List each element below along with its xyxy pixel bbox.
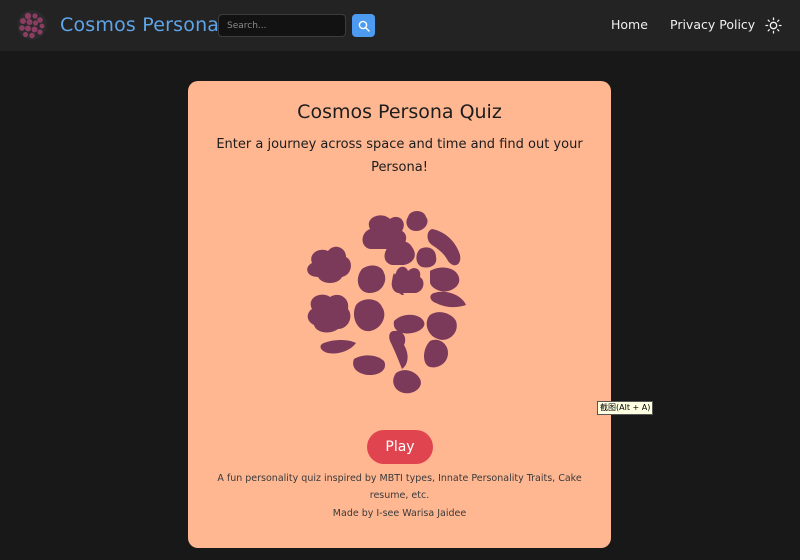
brand-link[interactable]: Cosmos Persona (16, 9, 219, 41)
search-form (218, 14, 375, 37)
nav-home-link[interactable]: Home (611, 17, 648, 32)
play-button[interactable]: Play (367, 430, 433, 464)
search-icon (358, 20, 370, 32)
brand-logo-icon (17, 10, 47, 40)
sun-icon[interactable] (765, 17, 782, 34)
quiz-title: Cosmos Persona Quiz (297, 101, 502, 123)
brand-name: Cosmos Persona (60, 14, 220, 36)
persona-cluster-illustration (307, 211, 466, 394)
search-button[interactable] (352, 14, 375, 37)
quiz-description: A fun personality quiz inspired by MBTI … (217, 473, 582, 501)
search-input[interactable] (218, 14, 346, 37)
top-navbar: Cosmos Persona Home Privacy Policy (0, 0, 800, 51)
author-credit: Made by I-see Warisa Jaidee (332, 508, 467, 519)
quiz-subtitle: Enter a journey across space and time an… (216, 137, 583, 175)
screenshot-shortcut-tooltip: 截图(Alt + A) (597, 401, 654, 415)
quiz-card: Cosmos Persona Quiz Enter a journey acro… (188, 81, 611, 548)
nav-privacy-link[interactable]: Privacy Policy (670, 17, 755, 32)
